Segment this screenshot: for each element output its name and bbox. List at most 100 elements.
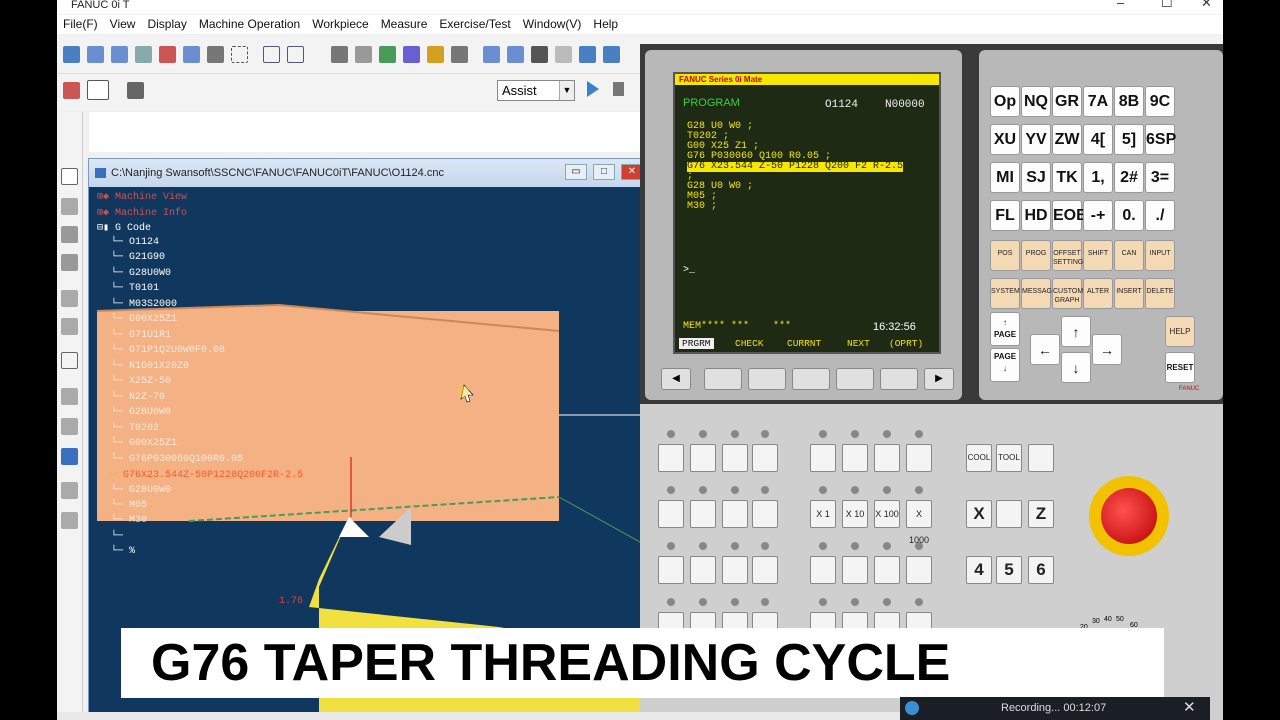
tree-line[interactable]: └─ G28U0W0: [111, 485, 171, 496]
menu-measure[interactable]: Measure: [375, 15, 434, 34]
fit-icon[interactable]: [135, 46, 152, 63]
tree-line[interactable]: └─: [111, 531, 123, 542]
softkey-next-button[interactable]: ▶: [924, 368, 954, 390]
key-6-button[interactable]: 6: [1028, 556, 1054, 584]
address-key-button[interactable]: FL: [990, 200, 1020, 231]
panel-toggle-icon[interactable]: [87, 80, 109, 100]
tailstock-icon[interactable]: [531, 46, 548, 63]
blank-button[interactable]: [1028, 444, 1054, 472]
tree-line[interactable]: └─ G28U0W0: [111, 407, 171, 418]
address-key-button[interactable]: 9C: [1145, 86, 1175, 117]
menu-view[interactable]: View: [104, 15, 142, 34]
sim-minimize-button[interactable]: ▭: [565, 164, 587, 180]
mode-button[interactable]: [810, 556, 836, 584]
tree-line[interactable]: └─ G71P1Q2U0W0F0.08: [111, 345, 225, 356]
arrow-left-button[interactable]: ←: [1030, 334, 1060, 365]
mode-button[interactable]: [722, 556, 748, 584]
softkey-prgrm[interactable]: PRGRM: [679, 338, 714, 349]
sidebar-icon-8[interactable]: [61, 388, 78, 405]
page-down-button[interactable]: PAGE ↓: [990, 348, 1020, 382]
menu-display[interactable]: Display: [141, 15, 192, 34]
mode-button[interactable]: [842, 444, 868, 472]
softkey-5-button[interactable]: [880, 368, 918, 390]
measure-icon[interactable]: [355, 46, 372, 63]
page-up-button[interactable]: ↑ PAGE: [990, 312, 1020, 346]
hand-icon[interactable]: [183, 46, 200, 63]
address-key-button[interactable]: HD: [1021, 200, 1051, 231]
function-key-button[interactable]: OFFSET SETTING: [1052, 240, 1083, 271]
key-4-button[interactable]: 4: [966, 556, 992, 584]
address-key-button[interactable]: Op: [990, 86, 1020, 117]
mode-button[interactable]: [752, 500, 778, 528]
select-icon[interactable]: [231, 46, 248, 63]
mode-button[interactable]: [690, 556, 716, 584]
mode-button[interactable]: [722, 444, 748, 472]
softkey-4-button[interactable]: [836, 368, 874, 390]
mode-button[interactable]: [690, 500, 716, 528]
sidebar-icon-10[interactable]: [61, 448, 78, 465]
mode-button[interactable]: [658, 444, 684, 472]
function-key-button[interactable]: INPUT: [1145, 240, 1175, 271]
step-x100-button[interactable]: X 100: [874, 500, 900, 528]
address-key-button[interactable]: 2#: [1114, 162, 1144, 193]
cool-button[interactable]: COOL: [966, 444, 992, 472]
section-icon[interactable]: [287, 46, 304, 63]
tree-line[interactable]: └─ X25Z-50: [111, 376, 171, 387]
rotate-icon[interactable]: [207, 46, 224, 63]
pan-icon[interactable]: [159, 46, 176, 63]
address-key-button[interactable]: 5]: [1114, 124, 1144, 155]
softkey-oprt[interactable]: (OPRT): [889, 338, 923, 349]
tree-line[interactable]: └─ G71U1R1: [111, 330, 171, 341]
zoom-out-icon[interactable]: [111, 46, 128, 63]
arrow-up-button[interactable]: ↑: [1061, 316, 1091, 347]
assist-dropdown[interactable]: Assist ▼: [497, 80, 575, 101]
address-key-button[interactable]: 7A: [1083, 86, 1113, 117]
address-key-button[interactable]: 6SP: [1145, 124, 1176, 155]
menu-window[interactable]: Window(V): [517, 15, 588, 34]
arrow-right-button[interactable]: →: [1092, 334, 1122, 365]
function-key-button[interactable]: INSERT: [1114, 278, 1144, 309]
emergency-stop-button[interactable]: [1089, 476, 1169, 556]
sidebar-icon-1[interactable]: [61, 168, 78, 185]
step-x1-button[interactable]: X 1: [810, 500, 836, 528]
function-key-button[interactable]: SYSTEM: [990, 278, 1020, 309]
step-x10-button[interactable]: X 10: [842, 500, 868, 528]
mode-button[interactable]: [690, 444, 716, 472]
function-key-button[interactable]: DELETE: [1145, 278, 1175, 309]
door-icon[interactable]: [451, 46, 468, 63]
address-key-button[interactable]: NQ: [1021, 86, 1051, 117]
sidebar-icon-3[interactable]: [61, 226, 78, 243]
mode-button[interactable]: [658, 500, 684, 528]
tree-line[interactable]: └─ G28U0W0: [111, 268, 171, 279]
tree-line[interactable]: └─ O1124: [111, 237, 159, 248]
address-key-button[interactable]: SJ: [1021, 162, 1051, 193]
tool-icon[interactable]: [331, 46, 348, 63]
menu-exercise-test[interactable]: Exercise/Test: [433, 15, 516, 34]
minimize-button[interactable]: –: [1117, 0, 1124, 9]
tree-node-machine-info[interactable]: ⊞◆ Machine Info: [97, 207, 187, 219]
mode-button[interactable]: [752, 556, 778, 584]
sidebar-icon-11[interactable]: [61, 482, 78, 499]
workpiece-icon[interactable]: [507, 46, 524, 63]
chuck-icon[interactable]: [483, 46, 500, 63]
softkey-currnt[interactable]: CURRNT: [787, 338, 821, 349]
address-key-button[interactable]: 1,: [1083, 162, 1113, 193]
menu-workpiece[interactable]: Workpiece: [306, 15, 374, 34]
sim-maximize-button[interactable]: □: [593, 164, 615, 180]
mode-button[interactable]: [874, 444, 900, 472]
function-key-button[interactable]: SHIFT: [1083, 240, 1113, 271]
address-key-button[interactable]: 8B: [1114, 86, 1144, 117]
address-key-button[interactable]: 3=: [1145, 162, 1175, 193]
sidebar-icon-6[interactable]: [61, 318, 78, 335]
tree-line-current[interactable]: ⇨ G76X23.544Z-50P1228Q200F2R-2.5: [111, 469, 303, 481]
address-key-button[interactable]: TK: [1052, 162, 1082, 193]
menu-machine-operation[interactable]: Machine Operation: [193, 15, 306, 34]
function-key-button[interactable]: ALTER: [1083, 278, 1113, 309]
function-key-button[interactable]: CAN: [1114, 240, 1144, 271]
tool-button[interactable]: TOOL: [996, 444, 1022, 472]
function-key-button[interactable]: CUSTOM GRAPH: [1052, 278, 1083, 309]
help-button[interactable]: HELP: [1165, 316, 1195, 347]
softkey-1-button[interactable]: [704, 368, 742, 390]
mode-button[interactable]: [810, 444, 836, 472]
softkey-next[interactable]: NEXT: [847, 338, 870, 349]
